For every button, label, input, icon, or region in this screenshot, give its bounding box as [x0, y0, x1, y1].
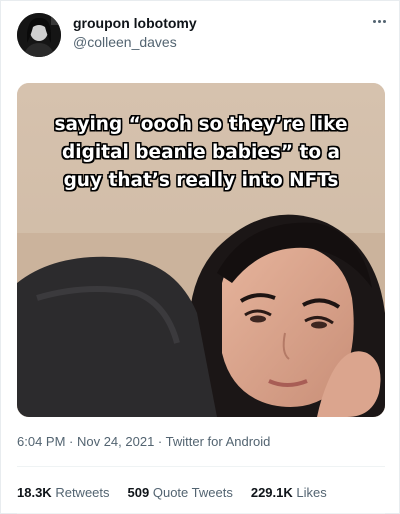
caption-line: digital beanie babies” to a [62, 142, 340, 163]
quote-tweets-stat[interactable]: 509 Quote Tweets [128, 485, 233, 500]
likes-label: Likes [296, 485, 327, 500]
display-name[interactable]: groupon lobotomy [73, 15, 197, 31]
quote-tweets-count: 509 [127, 485, 150, 500]
more-dots-icon [372, 19, 376, 23]
more-dots-icon [377, 19, 381, 23]
retweets-stat[interactable]: 18.3K Retweets [17, 485, 110, 500]
user-handle[interactable]: @colleen_daves [73, 34, 177, 50]
likes-count: 229.1K [250, 485, 293, 500]
avatar[interactable] [17, 13, 61, 57]
more-options-button[interactable] [367, 11, 391, 31]
tweet-card: groupon lobotomy @colleen_daves saying “… [0, 0, 400, 514]
caption-line: guy that’s really into NFTs [63, 170, 339, 191]
tweet-stats: 18.3K Retweets 509 Quote Tweets 229.1K L… [17, 485, 327, 500]
tweet-media[interactable]: saying “oooh so they’re like digital bea… [17, 83, 385, 417]
more-dots-icon [382, 19, 386, 23]
tweet-meta[interactable]: 6:04 PM · Nov 24, 2021 · Twitter for And… [17, 434, 270, 449]
avatar-image [17, 13, 61, 57]
retweets-count: 18.3K [17, 485, 52, 500]
quote-tweets-label: Quote Tweets [152, 485, 233, 500]
likes-stat[interactable]: 229.1K Likes [251, 485, 327, 500]
media-caption: saying “oooh so they’re like digital bea… [17, 111, 385, 195]
retweets-label: Retweets [55, 485, 110, 500]
caption-line: saying “oooh so they’re like [54, 114, 348, 135]
divider [17, 466, 385, 467]
